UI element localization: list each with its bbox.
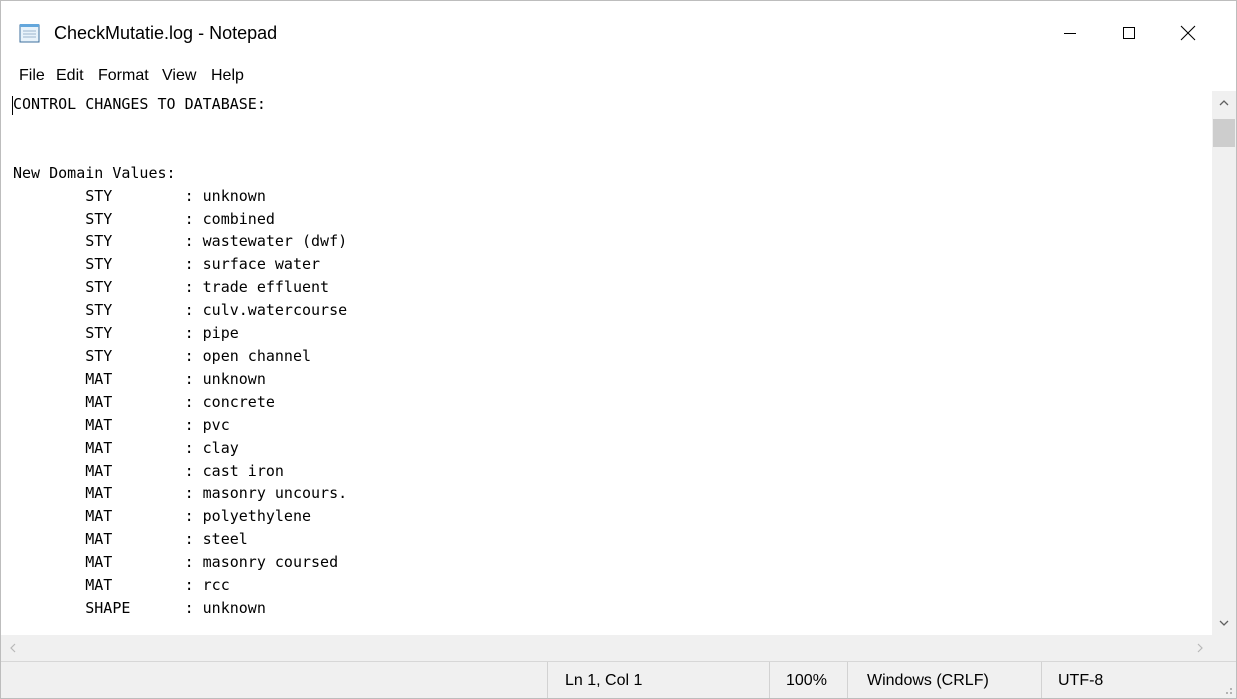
chevron-down-icon: [1219, 620, 1229, 626]
text-line: MAT : polyethylene: [13, 507, 312, 526]
title-bar[interactable]: CheckMutatie.log - Notepad: [1, 1, 1236, 65]
vertical-scroll-thumb[interactable]: [1213, 119, 1235, 147]
scrollbar-corner: [1212, 635, 1236, 661]
menu-bar: File Edit Format View Help: [1, 65, 1236, 87]
minimize-icon: [1064, 33, 1076, 34]
text-line: MAT : clay: [13, 438, 239, 457]
text-line: STY : surface water: [13, 255, 321, 274]
chevron-right-icon: [1197, 643, 1203, 653]
close-button[interactable]: [1160, 1, 1216, 65]
window-title: CheckMutatie.log - Notepad: [54, 23, 278, 43]
text-line: New Domain Values:: [13, 163, 176, 182]
text-line: STY : unknown: [13, 186, 266, 205]
text-line: MAT : steel: [13, 530, 248, 549]
text-line: MAT : pvc: [13, 415, 230, 434]
status-zoom: 100%: [786, 672, 827, 689]
menu-view[interactable]: View: [162, 66, 196, 86]
status-line-ending: Windows (CRLF): [867, 672, 989, 689]
scroll-left-button[interactable]: [1, 635, 25, 661]
menu-help[interactable]: Help: [211, 66, 244, 86]
status-encoding: UTF-8: [1058, 672, 1104, 689]
minimize-button[interactable]: [1042, 1, 1098, 65]
text-line: MAT : masonry uncours.: [13, 484, 348, 503]
editor-content[interactable]: CONTROL CHANGES TO DATABASE: New Domain …: [13, 93, 347, 620]
text-line: STY : combined: [13, 209, 275, 228]
text-line: SHAPE : unknown: [13, 598, 266, 617]
resize-grip-icon[interactable]: [1221, 683, 1233, 695]
chevron-left-icon: [10, 643, 16, 653]
text-line: MAT : concrete: [13, 392, 275, 411]
status-cursor-position: Ln 1, Col 1: [565, 672, 643, 689]
vertical-scrollbar[interactable]: [1212, 91, 1236, 635]
close-icon: [1180, 25, 1196, 41]
status-bar: Ln 1, Col 1 100% Windows (CRLF) UTF-8: [1, 661, 1236, 698]
chevron-up-icon: [1219, 100, 1229, 106]
status-divider: [847, 662, 848, 698]
scroll-right-button[interactable]: [1188, 635, 1212, 661]
menu-file[interactable]: File: [19, 66, 45, 86]
text-line: CONTROL CHANGES TO DATABASE:: [13, 95, 266, 113]
notepad-window: CheckMutatie.log - Notepad File Edit For…: [0, 0, 1237, 699]
maximize-button[interactable]: [1101, 1, 1157, 65]
text-line: STY : open channel: [13, 346, 312, 365]
text-line: STY : culv.watercourse: [13, 301, 348, 320]
text-line: STY : pipe: [13, 324, 239, 343]
maximize-icon: [1123, 27, 1135, 39]
text-line: MAT : unknown: [13, 369, 266, 388]
scroll-down-button[interactable]: [1212, 611, 1236, 635]
status-divider: [769, 662, 770, 698]
status-divider: [547, 662, 548, 698]
text-editor[interactable]: CONTROL CHANGES TO DATABASE: New Domain …: [1, 91, 1212, 635]
menu-edit[interactable]: Edit: [56, 66, 84, 86]
menu-format[interactable]: Format: [98, 66, 149, 86]
text-line: STY : trade effluent: [13, 278, 330, 297]
text-line: MAT : rcc: [13, 576, 230, 595]
scroll-up-button[interactable]: [1212, 91, 1236, 115]
notepad-icon: [19, 24, 40, 43]
status-divider: [1041, 662, 1042, 698]
text-line: MAT : masonry coursed: [13, 553, 339, 572]
text-line: STY : wastewater (dwf): [13, 232, 348, 251]
text-line: MAT : cast iron: [13, 461, 284, 480]
horizontal-scrollbar[interactable]: [1, 635, 1212, 661]
